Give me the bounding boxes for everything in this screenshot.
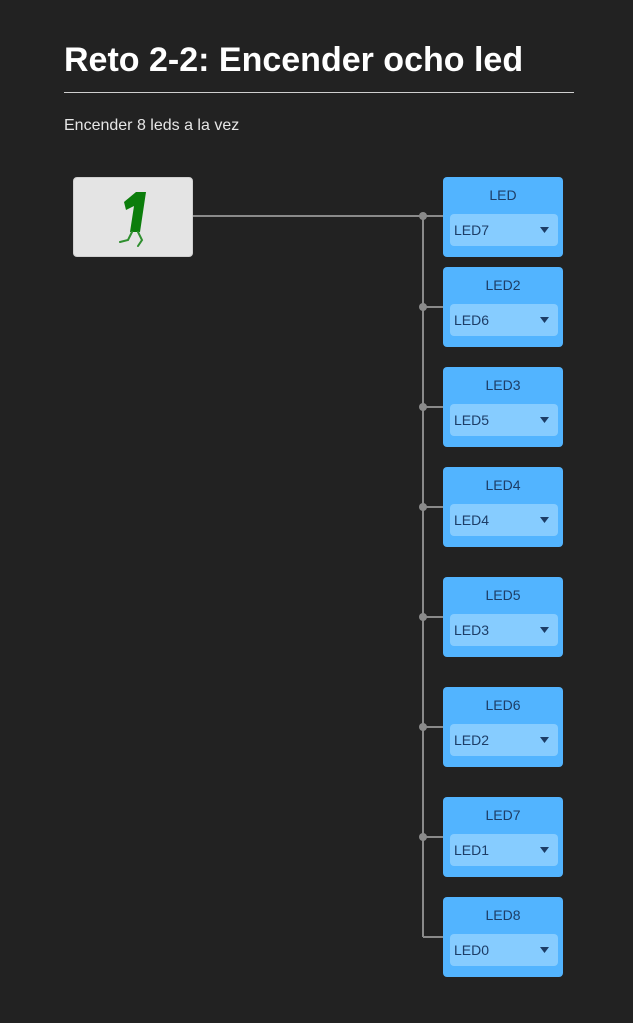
led-block-label: LED3 xyxy=(485,377,521,393)
block-canvas: LED LED7 LED2 LED6 LED3 LED5 LED4 LED4 L… xyxy=(0,0,633,1023)
dropdown-arrow-icon xyxy=(540,947,549,953)
dropdown-arrow-icon xyxy=(540,417,549,423)
dropdown-arrow-icon xyxy=(540,227,549,233)
led-block-2[interactable]: LED2 LED6 xyxy=(443,267,563,347)
led-dropdown[interactable]: LED3 xyxy=(450,614,558,646)
led-dropdown[interactable]: LED7 xyxy=(450,214,558,246)
led-block-label: LED6 xyxy=(485,697,521,713)
led-dropdown[interactable]: LED1 xyxy=(450,834,558,866)
led-dropdown[interactable]: LED4 xyxy=(450,504,558,536)
junction-dot xyxy=(419,833,427,841)
junction-dot xyxy=(419,613,427,621)
led-block-3[interactable]: LED3 LED5 xyxy=(443,367,563,447)
led-dropdown-value: LED0 xyxy=(454,942,490,958)
start-figure-one-icon xyxy=(119,192,146,247)
led-block-8[interactable]: LED8 LED0 xyxy=(443,897,563,977)
led-dropdown[interactable]: LED2 xyxy=(450,724,558,756)
junction-dot xyxy=(419,503,427,511)
led-dropdown-value: LED3 xyxy=(454,622,490,638)
led-block-label: LED4 xyxy=(485,477,521,493)
led-dropdown-value: LED6 xyxy=(454,312,490,328)
start-block[interactable] xyxy=(73,177,193,257)
led-dropdown[interactable]: LED6 xyxy=(450,304,558,336)
led-block-5[interactable]: LED5 LED3 xyxy=(443,577,563,657)
junction-dot xyxy=(419,212,427,220)
dropdown-arrow-icon xyxy=(540,317,549,323)
led-dropdown[interactable]: LED0 xyxy=(450,934,558,966)
led-dropdown-value: LED4 xyxy=(454,512,490,528)
led-block-1[interactable]: LED LED7 xyxy=(443,177,563,257)
led-block-label: LED xyxy=(489,187,517,203)
led-dropdown-value: LED7 xyxy=(454,222,490,238)
led-block-4[interactable]: LED4 LED4 xyxy=(443,467,563,547)
led-dropdown-value: LED1 xyxy=(454,842,490,858)
led-block-label: LED5 xyxy=(485,587,521,603)
dropdown-arrow-icon xyxy=(540,847,549,853)
dropdown-arrow-icon xyxy=(540,627,549,633)
led-dropdown-value: LED5 xyxy=(454,412,490,428)
dropdown-arrow-icon xyxy=(540,737,549,743)
junction-dot xyxy=(419,303,427,311)
led-block-label: LED2 xyxy=(485,277,521,293)
led-block-7[interactable]: LED7 LED1 xyxy=(443,797,563,877)
led-block-label: LED7 xyxy=(485,807,521,823)
led-dropdown-value: LED2 xyxy=(454,732,490,748)
junction-dot xyxy=(419,723,427,731)
led-block-6[interactable]: LED6 LED2 xyxy=(443,687,563,767)
led-block-label: LED8 xyxy=(485,907,521,923)
junction-dot xyxy=(419,403,427,411)
led-dropdown[interactable]: LED5 xyxy=(450,404,558,436)
dropdown-arrow-icon xyxy=(540,517,549,523)
